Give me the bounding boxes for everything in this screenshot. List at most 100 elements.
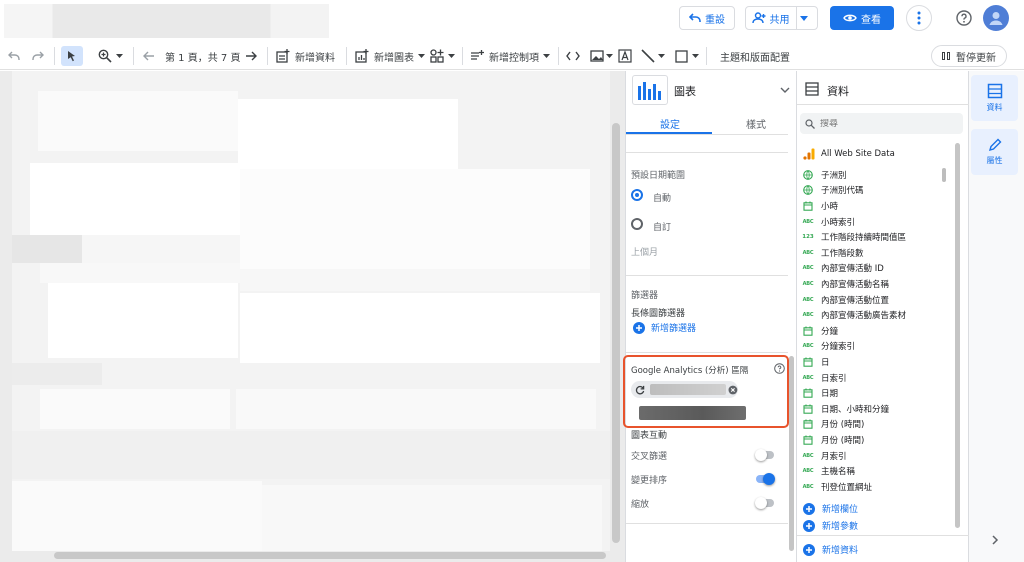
field-name: 月份 (時間) [821, 435, 865, 446]
image-icon [590, 50, 604, 62]
field-item[interactable]: 子洲別代碼 [803, 183, 864, 199]
add-data-source-button[interactable]: 新增資料 [803, 543, 858, 556]
field-item[interactable]: 日期、小時和分鐘 [803, 401, 889, 417]
field-item[interactable]: ABC 日索引 [803, 370, 847, 386]
expand-panel-button[interactable] [992, 535, 999, 548]
embed-code-button[interactable] [566, 46, 580, 66]
prev-page-button[interactable] [143, 46, 155, 66]
pencil-icon [988, 138, 1001, 152]
add-field-button[interactable]: 新增欄位 [803, 502, 858, 515]
reset-button[interactable]: 重設 [679, 6, 735, 30]
field-item[interactable]: ABC 小時索引 [803, 214, 855, 230]
help-icon [956, 10, 972, 26]
remove-chip-icon[interactable] [728, 385, 738, 395]
page-indicator: 第 1 頁，共 7 頁 [165, 52, 241, 64]
add-control-icon [471, 50, 484, 60]
field-item[interactable]: 分鐘 [803, 323, 838, 339]
calendar-icon [803, 404, 813, 414]
canvas-vertical-scrollbar[interactable] [612, 123, 620, 543]
text-box-button[interactable] [618, 46, 632, 66]
share-dropdown-arrow[interactable] [795, 7, 812, 29]
undo-button[interactable] [8, 46, 20, 66]
abc-icon: ABC [802, 280, 814, 287]
shape-button[interactable] [675, 46, 699, 66]
field-item[interactable]: ABC 分鐘索引 [803, 339, 855, 355]
date-range-label: 預設日期範圍 [631, 171, 686, 181]
field-item[interactable]: 月份 (時間) [803, 432, 864, 448]
field-item[interactable]: 日期 [803, 385, 838, 401]
field-item[interactable]: ABC 月索引 [803, 448, 847, 464]
tab-setup[interactable]: 設定 [660, 116, 680, 131]
select-tool-button[interactable] [61, 46, 83, 66]
segment-chip[interactable] [631, 381, 738, 398]
add-circle-icon [803, 543, 815, 556]
field-item[interactable]: 子洲別 [803, 167, 847, 183]
collapse-panel-button[interactable] [780, 85, 790, 96]
avatar[interactable] [983, 5, 1009, 31]
search-box[interactable] [800, 113, 963, 134]
chart-panel-scrollbar[interactable] [789, 356, 794, 551]
report-title-redacted[interactable] [4, 4, 329, 38]
data-panel-scrollbar[interactable] [955, 143, 960, 528]
add-data-button[interactable]: 新增資料 [276, 46, 335, 66]
chart-type-thumbnail[interactable] [632, 75, 668, 105]
field-item[interactable]: 小時 [803, 198, 838, 214]
change-sort-toggle[interactable] [756, 473, 775, 485]
data-source[interactable]: All Web Site Data [803, 148, 895, 160]
field-item[interactable]: ABC 工作階段數 [803, 245, 864, 261]
field-item[interactable]: 123 工作階段持續時間值區 [802, 229, 906, 245]
caret-down-icon [606, 54, 613, 58]
insert-image-button[interactable] [590, 46, 613, 66]
add-filter-button[interactable]: 新增篩選器 [633, 321, 696, 334]
add-control-button[interactable]: 新增控制項 [470, 46, 550, 66]
user-icon [989, 12, 1003, 25]
radio-custom[interactable] [631, 218, 643, 230]
report-canvas[interactable] [0, 71, 625, 562]
add-param-label: 新增參數 [822, 522, 859, 532]
field-item[interactable]: ABC 主機名稱 [803, 463, 855, 479]
view-button[interactable]: 查看 [830, 6, 894, 30]
redo-button[interactable] [32, 46, 44, 66]
more-vert-icon [917, 11, 921, 25]
zoom-toggle[interactable] [755, 497, 774, 509]
field-item[interactable]: ABC 刊登位置網址 [803, 479, 872, 495]
pause-update-button[interactable]: 暫停更新 [931, 45, 1007, 67]
theme-layout-button[interactable]: 主題和版面配置 [720, 46, 790, 66]
more-options-button[interactable] [906, 5, 932, 31]
custom-label: 自訂 [653, 223, 672, 233]
tab-style[interactable]: 樣式 [746, 116, 766, 131]
add-filter-label: 新增篩選器 [651, 324, 697, 334]
field-item[interactable]: ABC 內部宣傳活動 ID [803, 261, 884, 277]
side-tab-properties[interactable]: 屬性 [971, 129, 1018, 175]
cross-filter-toggle[interactable] [755, 449, 774, 461]
calendar-icon [803, 388, 813, 398]
zoom-button[interactable] [98, 46, 123, 66]
next-page-button[interactable] [245, 46, 257, 66]
share-button[interactable]: 共用 [745, 6, 818, 30]
radio-auto[interactable] [631, 189, 643, 201]
field-item[interactable]: ABC 內部宣傳活動廣告素材 [803, 307, 906, 323]
abc-icon: ABC [802, 343, 814, 350]
field-item[interactable]: 月份 (時間) [803, 417, 864, 433]
search-input[interactable] [820, 118, 950, 129]
canvas-horizontal-scrollbar[interactable] [54, 552, 606, 559]
side-tab-data[interactable]: 資料 [971, 75, 1018, 121]
undo-icon [689, 13, 701, 22]
abc-icon: ABC [802, 483, 814, 490]
chevron-right-icon [992, 535, 999, 545]
side-tabs: 資料 屬性 [969, 71, 1024, 562]
add-param-button[interactable]: 新增參數 [803, 519, 858, 532]
last-month-value: 上個月 [631, 248, 659, 258]
field-item[interactable]: ABC 內部宣傳活動名稱 [803, 276, 889, 292]
add-component-button[interactable] [430, 46, 455, 66]
field-list-scrollbar[interactable] [942, 168, 946, 182]
calendar-icon [803, 435, 813, 445]
field-item[interactable]: 日 [803, 354, 830, 370]
caret-down-icon [799, 15, 808, 21]
field-item[interactable]: ABC 內部宣傳活動位置 [803, 292, 889, 308]
field-list: 子洲別 子洲別代碼 小時 ABC 小時索引 123 工作階段持續時間值區 ABC 工作階段數 AB… [797, 167, 952, 497]
add-chart-button[interactable]: 新增圖表 [355, 46, 425, 66]
segment-help-button[interactable] [774, 363, 785, 377]
help-button[interactable] [951, 5, 977, 31]
line-button[interactable] [641, 46, 665, 66]
